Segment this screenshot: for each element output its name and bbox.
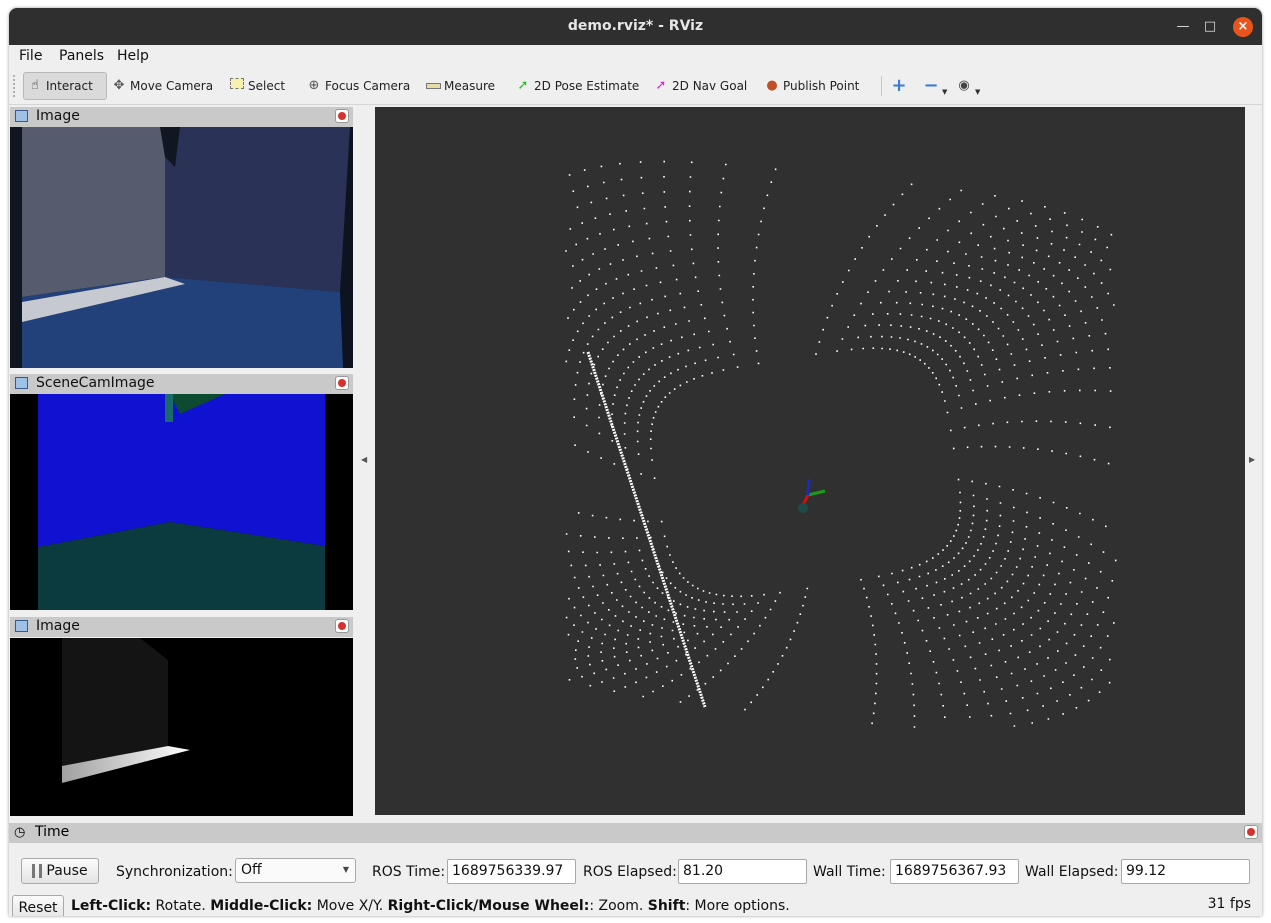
shift-desc: : More options. <box>685 898 790 914</box>
window-title: demo.rviz* - RViz <box>567 18 704 34</box>
scenecam-panel-header: SceneCamImage <box>10 374 353 394</box>
wall-elapsed-field[interactable]: 99.12 <box>1121 859 1250 884</box>
time-panel-header: ◷ Time <box>9 823 1262 843</box>
middle-click-desc: Move X/Y. <box>312 898 388 914</box>
sync-select[interactable]: Off ▼ <box>235 858 356 883</box>
nav-goal-label: 2D Nav Goal <box>672 79 748 93</box>
image-icon <box>15 620 28 632</box>
scenecam-view <box>10 394 353 610</box>
ros-elapsed-field[interactable]: 81.20 <box>678 859 807 884</box>
measure-tool[interactable]: Measure <box>425 72 495 100</box>
pose-estimate-label: 2D Pose Estimate <box>534 79 640 93</box>
nav-goal-tool[interactable]: ➚ 2D Nav Goal <box>653 72 748 100</box>
pose-estimate-tool[interactable]: ➚ 2D Pose Estimate <box>515 72 640 100</box>
add-tool-button[interactable]: + <box>891 72 910 100</box>
focus-camera-tool[interactable]: ⊕ Focus Camera <box>306 72 411 100</box>
pause-label: Pause <box>46 863 88 879</box>
clock-icon: ◷ <box>14 825 26 840</box>
middle-click-key: Middle-Click: <box>210 898 313 914</box>
plus-icon: + <box>891 75 907 96</box>
eye-icon: ◉ <box>958 78 970 93</box>
menu-help[interactable]: Help <box>117 48 149 64</box>
wall-elapsed-label: Wall Elapsed: <box>1025 864 1119 880</box>
robot-frame-axes <box>798 478 826 513</box>
map-pin-icon: ● <box>766 78 778 93</box>
menu-file[interactable]: File <box>19 48 42 64</box>
status-hint: Left-Click: Rotate. Middle-Click: Move X… <box>71 898 790 914</box>
time-panel: ◷ Time Pause Synchronization: Off ▼ ROS … <box>9 823 1262 916</box>
focus-camera-label: Focus Camera <box>325 79 411 93</box>
image-view-1 <box>10 127 353 368</box>
publish-point-label: Publish Point <box>783 79 860 93</box>
tool-bar: ☝ Interact ✥ Move Camera Select ⊕ Focus … <box>9 67 1262 105</box>
move-camera-label: Move Camera <box>130 79 214 93</box>
view-options-button[interactable]: ◉ ▼ <box>956 72 980 100</box>
close-panel-icon[interactable] <box>335 619 349 633</box>
splitter-right-arrow[interactable]: ▶ <box>1249 455 1255 464</box>
close-panel-icon[interactable] <box>335 109 349 123</box>
right-click-desc: : Zoom. <box>589 898 648 914</box>
pause-icon <box>32 864 43 878</box>
crosshair-icon: ⊕ <box>308 78 320 93</box>
laser-scan-canvas[interactable] <box>375 107 1245 815</box>
remove-tool-button[interactable]: − ▼ <box>923 72 947 100</box>
wall-time-field[interactable]: 1689756367.93 <box>890 859 1019 884</box>
hand-icon: ☝ <box>31 78 39 93</box>
measure-label: Measure <box>444 79 495 93</box>
time-panel-title: Time <box>35 824 70 840</box>
green-arrow-icon: ➚ <box>517 78 529 93</box>
right-click-key: Right-Click/Mouse Wheel: <box>387 898 590 914</box>
chevron-down-icon: ▼ <box>342 865 349 874</box>
toolbar-separator <box>881 76 882 96</box>
splitter-left-arrow[interactable]: ◀ <box>361 455 367 464</box>
rviz-window: demo.rviz* - RViz — □ × File Panels Help… <box>9 8 1262 916</box>
3d-viewport[interactable] <box>375 107 1245 815</box>
select-box-icon <box>229 78 245 94</box>
close-panel-icon[interactable] <box>1244 825 1258 839</box>
toolbar-grip[interactable] <box>13 75 17 97</box>
select-label: Select <box>248 79 286 93</box>
move-arrows-icon: ✥ <box>113 78 125 93</box>
reset-button[interactable]: Reset <box>12 895 64 916</box>
ros-elapsed-label: ROS Elapsed: <box>583 864 677 880</box>
image-icon <box>15 377 28 389</box>
left-click-desc: Rotate. <box>151 898 211 914</box>
image-icon <box>15 110 28 122</box>
scan-wall-line <box>586 351 707 708</box>
image-panel-title: Image <box>36 108 80 124</box>
scenecam-panel-title: SceneCamImage <box>36 375 155 391</box>
image-panel-2-title: Image <box>36 618 80 634</box>
ruler-icon <box>425 78 441 94</box>
left-click-key: Left-Click: <box>71 898 152 914</box>
minimize-icon[interactable]: — <box>1173 17 1193 37</box>
close-panel-icon[interactable] <box>335 376 349 390</box>
image-panel-2-header: Image <box>10 617 353 637</box>
pause-button[interactable]: Pause <box>21 858 99 884</box>
ros-time-label: ROS Time: <box>372 864 446 880</box>
fps-counter: 31 fps <box>1207 896 1251 912</box>
image-panel-header: Image <box>10 107 353 127</box>
wall-time-label: Wall Time: <box>813 864 886 880</box>
sync-value: Off <box>241 862 262 878</box>
minus-icon: − <box>923 75 939 96</box>
publish-point-tool[interactable]: ● Publish Point <box>764 72 859 100</box>
laser-scan-points <box>565 160 1117 728</box>
sync-label: Synchronization: <box>116 864 233 880</box>
interact-tool[interactable]: ☝ Interact <box>23 72 107 100</box>
ros-time-field[interactable]: 1689756339.97 <box>447 859 576 884</box>
select-tool[interactable]: Select <box>229 72 285 100</box>
move-camera-tool[interactable]: ✥ Move Camera <box>111 72 214 100</box>
shift-key: Shift <box>647 898 686 914</box>
interact-label: Interact <box>46 79 93 93</box>
menu-bar: File Panels Help <box>9 45 1262 67</box>
image-view-2 <box>10 638 353 816</box>
menu-panels[interactable]: Panels <box>59 48 104 64</box>
close-icon[interactable]: × <box>1233 17 1253 37</box>
magenta-arrow-icon: ➚ <box>655 78 667 93</box>
title-bar: demo.rviz* - RViz — □ × <box>9 8 1262 45</box>
maximize-icon[interactable]: □ <box>1200 17 1220 37</box>
